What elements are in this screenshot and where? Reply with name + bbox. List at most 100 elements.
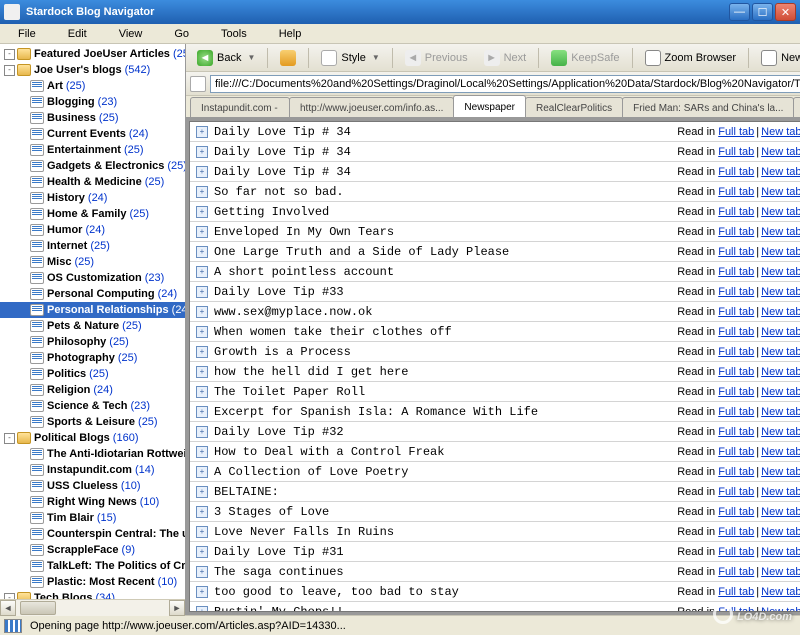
close-button[interactable]: ✕ — [775, 3, 796, 21]
article-row[interactable]: +A short pointless accountRead in Full t… — [190, 262, 800, 282]
new-tab-link[interactable]: New tab — [761, 426, 800, 438]
scroll-right-button[interactable]: ► — [169, 600, 185, 616]
full-tab-link[interactable]: Full tab — [718, 366, 754, 378]
expand-icon[interactable]: + — [196, 506, 208, 518]
tree-feed[interactable]: ScrappleFace(9) — [0, 542, 185, 558]
scroll-thumb[interactable] — [20, 601, 56, 615]
full-tab-link[interactable]: Full tab — [718, 606, 754, 613]
new-tab-link[interactable]: New tab — [761, 286, 800, 298]
new-tab-link[interactable]: New tab — [761, 126, 800, 138]
tree-category[interactable]: Sports & Leisure(25) — [0, 414, 185, 430]
tree-category[interactable]: Science & Tech(23) — [0, 398, 185, 414]
full-tab-link[interactable]: Full tab — [718, 326, 754, 338]
expand-icon[interactable]: + — [196, 286, 208, 298]
tree-expander-icon[interactable]: - — [4, 433, 15, 444]
tree-featured-joeuser[interactable]: -Featured JoeUser Articles(25) — [0, 46, 185, 62]
full-tab-link[interactable]: Full tab — [718, 406, 754, 418]
keepsafe-button[interactable]: KeepSafe — [544, 47, 626, 69]
menu-edit[interactable]: Edit — [52, 26, 103, 42]
feed-tree[interactable]: -Featured JoeUser Articles(25)-Joe User'… — [0, 44, 185, 599]
article-row[interactable]: +A Collection of Love PoetryRead in Full… — [190, 462, 800, 482]
tree-category[interactable]: Art(25) — [0, 78, 185, 94]
article-row[interactable]: +So far not so bad.Read in Full tab|New … — [190, 182, 800, 202]
article-row[interactable]: +How to Deal with a Control FreakRead in… — [190, 442, 800, 462]
full-tab-link[interactable]: Full tab — [718, 506, 754, 518]
article-row[interactable]: +Daily Love Tip # 34Read in Full tab|New… — [190, 162, 800, 182]
article-row[interactable]: +Daily Love Tip # 34Read in Full tab|New… — [190, 142, 800, 162]
expand-icon[interactable]: + — [196, 326, 208, 338]
tab[interactable]: The HotSpot Haven : Wifi H — [793, 97, 800, 117]
tree-category[interactable]: Humor(24) — [0, 222, 185, 238]
tree-category[interactable]: Photography(25) — [0, 350, 185, 366]
next-button[interactable]: ►Next — [477, 47, 534, 69]
tab[interactable]: Newspaper — [453, 95, 526, 117]
expand-icon[interactable]: + — [196, 386, 208, 398]
new-tab-link[interactable]: New tab — [761, 246, 800, 258]
full-tab-link[interactable]: Full tab — [718, 166, 754, 178]
tree-category[interactable]: Misc(25) — [0, 254, 185, 270]
new-tab-link[interactable]: New tab — [761, 586, 800, 598]
new-tab-link[interactable]: New tab — [761, 526, 800, 538]
article-row[interactable]: +www.sex@myplace.now.okRead in Full tab|… — [190, 302, 800, 322]
article-row[interactable]: +3 Stages of LoveRead in Full tab|New ta… — [190, 502, 800, 522]
new-tab-link[interactable]: New tab — [761, 206, 800, 218]
tree-feed[interactable]: Instapundit.com(14) — [0, 462, 185, 478]
full-tab-link[interactable]: Full tab — [718, 266, 754, 278]
scroll-track[interactable] — [16, 600, 169, 616]
article-row[interactable]: +Getting InvolvedRead in Full tab|New ta… — [190, 202, 800, 222]
tab[interactable]: Instapundit.com - — [190, 97, 290, 117]
article-row[interactable]: +Daily Love Tip #32Read in Full tab|New … — [190, 422, 800, 442]
tree-category[interactable]: Politics(25) — [0, 366, 185, 382]
tree-feed[interactable]: Right Wing News(10) — [0, 494, 185, 510]
tree-category[interactable]: Current Events(24) — [0, 126, 185, 142]
full-tab-link[interactable]: Full tab — [718, 566, 754, 578]
expand-icon[interactable]: + — [196, 446, 208, 458]
new-tab-link[interactable]: New tab — [761, 546, 800, 558]
full-tab-link[interactable]: Full tab — [718, 146, 754, 158]
full-tab-link[interactable]: Full tab — [718, 286, 754, 298]
tree-category[interactable]: Business(25) — [0, 110, 185, 126]
expand-icon[interactable]: + — [196, 166, 208, 178]
tree-expander-icon[interactable]: - — [4, 49, 15, 60]
full-tab-link[interactable]: Full tab — [718, 226, 754, 238]
full-tab-link[interactable]: Full tab — [718, 246, 754, 258]
tree-category[interactable]: Health & Medicine(25) — [0, 174, 185, 190]
full-tab-link[interactable]: Full tab — [718, 486, 754, 498]
full-tab-link[interactable]: Full tab — [718, 546, 754, 558]
tree-category[interactable]: Blogging(23) — [0, 94, 185, 110]
new-tab-link[interactable]: New tab — [761, 566, 800, 578]
new-tab-link[interactable]: New tab — [761, 166, 800, 178]
tree-category[interactable]: OS Customization(23) — [0, 270, 185, 286]
new-tab-link[interactable]: New tab — [761, 346, 800, 358]
full-tab-link[interactable]: Full tab — [718, 126, 754, 138]
tree-political-blogs[interactable]: -Political Blogs(160) — [0, 430, 185, 446]
expand-icon[interactable]: + — [196, 226, 208, 238]
expand-icon[interactable]: + — [196, 406, 208, 418]
new-tab-link[interactable]: New tab — [761, 266, 800, 278]
full-tab-link[interactable]: Full tab — [718, 466, 754, 478]
tree-category[interactable]: Philosophy(25) — [0, 334, 185, 350]
new-tab-link[interactable]: New tab — [761, 366, 800, 378]
article-list[interactable]: +Daily Love Tip # 34Read in Full tab|New… — [189, 121, 800, 612]
expand-icon[interactable]: + — [196, 486, 208, 498]
article-row[interactable]: +Growth is a ProcessRead in Full tab|New… — [190, 342, 800, 362]
new-tab-link[interactable]: New tab — [761, 386, 800, 398]
article-row[interactable]: +Excerpt for Spanish Isla: A Romance Wit… — [190, 402, 800, 422]
tree-expander-icon[interactable]: - — [4, 65, 15, 76]
tree-category[interactable]: Pets & Nature(25) — [0, 318, 185, 334]
expand-icon[interactable]: + — [196, 546, 208, 558]
maximize-button[interactable]: ☐ — [752, 3, 773, 21]
style-button[interactable]: Style▼ — [314, 47, 386, 69]
tree-feed[interactable]: USS Clueless(10) — [0, 478, 185, 494]
tab[interactable]: RealClearPolitics — [525, 97, 623, 117]
tree-category[interactable]: Home & Family(25) — [0, 206, 185, 222]
tab[interactable]: Fried Man: SARs and China's la... — [622, 97, 794, 117]
full-tab-link[interactable]: Full tab — [718, 526, 754, 538]
article-row[interactable]: +Daily Love Tip #31Read in Full tab|New … — [190, 542, 800, 562]
menu-file[interactable]: File — [2, 26, 52, 42]
tree-category[interactable]: Internet(25) — [0, 238, 185, 254]
tree-joeuser-blogs[interactable]: -Joe User's blogs(542) — [0, 62, 185, 78]
new-tab-link[interactable]: New tab — [761, 226, 800, 238]
previous-button[interactable]: ◄Previous — [398, 47, 475, 69]
expand-icon[interactable]: + — [196, 346, 208, 358]
